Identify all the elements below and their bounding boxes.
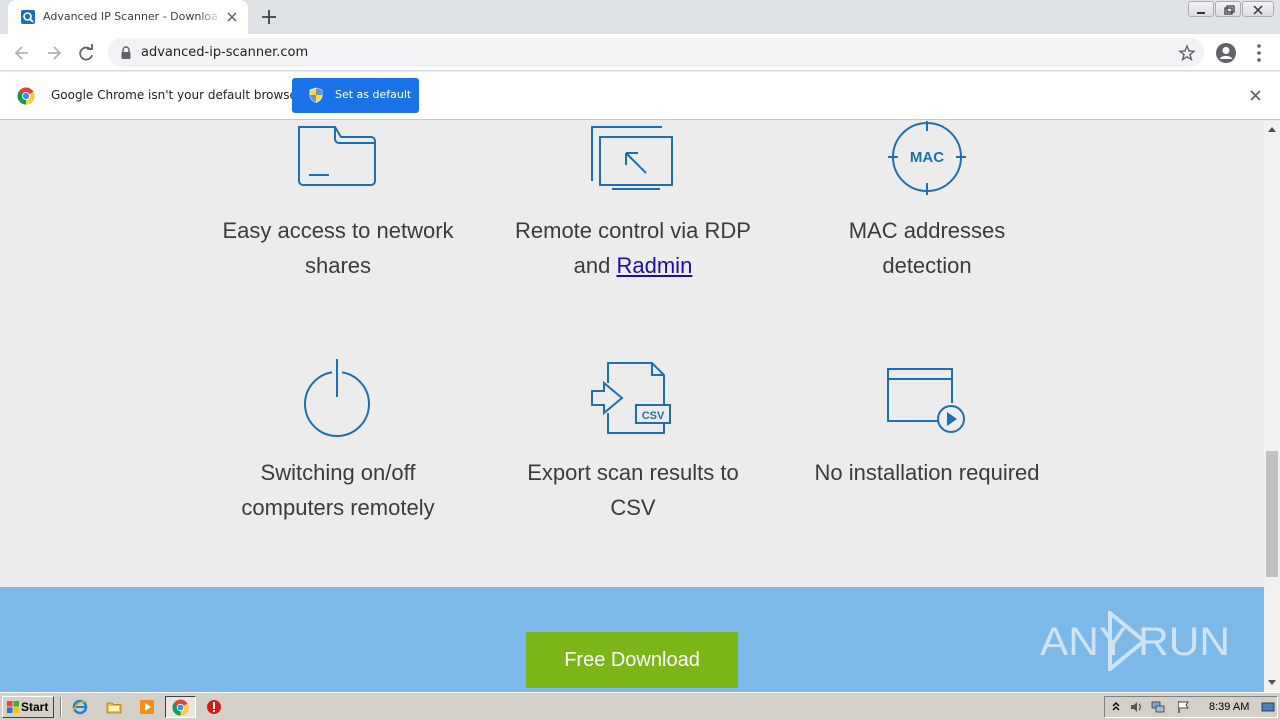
start-button[interactable]: Start xyxy=(2,696,54,718)
window-play-icon xyxy=(887,368,965,433)
mac-target-icon: MAC xyxy=(888,121,966,195)
infobar-close-icon[interactable] xyxy=(1249,89,1262,102)
feature-mac-detection-line1: MAC addresses xyxy=(848,218,1006,243)
feature-remote-control-line1: Remote control via RDP xyxy=(515,218,751,243)
feature-export-csv: Export scan results to CSV xyxy=(493,455,773,525)
action-center-flag-icon[interactable] xyxy=(1177,700,1191,714)
lock-icon xyxy=(121,46,131,59)
infobar-message: Google Chrome isn't your default browser xyxy=(51,88,302,102)
chrome-taskbar-icon xyxy=(172,699,189,716)
reload-icon[interactable] xyxy=(76,43,96,63)
default-browser-infobar: Google Chrome isn't your default browser… xyxy=(0,72,1280,120)
feature-export-csv-line1: Export scan results to xyxy=(527,460,739,485)
internet-explorer-icon[interactable] xyxy=(72,699,88,715)
feature-network-shares-line1: Easy access to network xyxy=(222,218,454,243)
tab-title-fade xyxy=(198,8,222,26)
page-scrollbar[interactable] xyxy=(1264,121,1280,692)
taskbar-clock: 8:39 AM xyxy=(1209,701,1250,713)
restore-icon xyxy=(1224,5,1235,15)
windows-flag-icon xyxy=(7,701,19,713)
tab-title: Advanced IP Scanner - Download Free xyxy=(43,10,218,23)
feature-network-shares: Easy access to network shares xyxy=(198,213,478,283)
folder-icon xyxy=(298,126,376,186)
browser-toolbar: advanced-ip-scanner.com xyxy=(0,34,1280,71)
restore-button[interactable] xyxy=(1215,1,1241,17)
feature-mac-detection: MAC addresses detection xyxy=(787,213,1067,283)
new-tab-plus-icon[interactable] xyxy=(260,8,278,26)
minimize-button[interactable] xyxy=(1188,1,1214,17)
taskbar-chrome-task[interactable] xyxy=(165,696,196,718)
feature-remote-control-prefix: and xyxy=(573,253,617,278)
scroll-down-arrow-icon[interactable] xyxy=(1267,679,1277,687)
forward-arrow-icon[interactable] xyxy=(44,43,64,63)
show-desktop-icon[interactable] xyxy=(1261,700,1275,714)
export-csv-icon: CSV xyxy=(591,362,671,434)
radmin-link[interactable]: Radmin xyxy=(617,253,693,278)
taskbar-separator xyxy=(60,697,62,717)
power-icon xyxy=(304,357,370,437)
browser-tab[interactable]: Advanced IP Scanner - Download Free xyxy=(8,0,248,34)
feature-no-installation-line1: No installation required xyxy=(814,460,1040,485)
csv-icon-text: CSV xyxy=(642,410,665,422)
watermark-text: ANY RUN xyxy=(1040,620,1230,664)
windows-taskbar: Start 8:39 AM xyxy=(0,692,1280,720)
start-label: Start xyxy=(21,700,49,714)
close-window-button[interactable] xyxy=(1242,1,1274,17)
feature-network-shares-line2: shares xyxy=(304,253,372,278)
network-icon[interactable] xyxy=(1151,700,1165,714)
feature-export-csv-line2: CSV xyxy=(610,495,656,520)
mac-icon-text: MAC xyxy=(910,149,944,166)
close-window-icon xyxy=(1253,5,1263,15)
feature-remote-control: Remote control via RDP and Radmin xyxy=(493,213,773,283)
scroll-up-arrow-icon[interactable] xyxy=(1267,125,1277,133)
volume-icon[interactable] xyxy=(1129,700,1143,714)
feature-mac-detection-line2: detection xyxy=(882,253,972,278)
anyrun-watermark: ANY RUN xyxy=(1040,611,1230,671)
file-explorer-icon[interactable] xyxy=(106,699,122,715)
set-as-default-label: Set as default xyxy=(335,88,412,101)
remote-screen-icon xyxy=(591,126,673,190)
profile-avatar-icon[interactable] xyxy=(1215,42,1237,64)
minimize-icon xyxy=(1197,12,1205,14)
media-player-icon[interactable] xyxy=(139,699,155,715)
tab-close-icon[interactable] xyxy=(224,9,240,25)
feature-no-installation: No installation required xyxy=(787,455,1067,490)
tab-strip: Advanced IP Scanner - Download Free xyxy=(0,0,1280,34)
stop-sign-icon[interactable] xyxy=(206,699,222,715)
chrome-logo-icon xyxy=(17,87,35,105)
browser-menu-icon[interactable] xyxy=(1248,42,1270,64)
web-page: Easy access to network shares Remote con… xyxy=(0,121,1264,692)
uac-shield-icon xyxy=(309,87,323,103)
back-arrow-icon[interactable] xyxy=(12,43,32,63)
system-tray: 8:39 AM xyxy=(1104,696,1278,718)
show-hidden-icons-icon[interactable] xyxy=(1109,700,1123,714)
feature-power-remote-line2: computers remotely xyxy=(241,495,435,520)
feature-remote-control-line2: and Radmin xyxy=(493,248,773,283)
feature-power-remote: Switching on/off computers remotely xyxy=(198,455,478,525)
bookmark-star-icon[interactable] xyxy=(1178,44,1196,62)
scrollbar-thumb[interactable] xyxy=(1266,451,1278,577)
free-download-button[interactable]: Free Download xyxy=(526,632,738,688)
set-as-default-button[interactable]: Set as default xyxy=(292,78,419,113)
feature-power-remote-line1: Switching on/off xyxy=(260,460,416,485)
url-text: advanced-ip-scanner.com xyxy=(141,45,309,60)
address-bar[interactable]: advanced-ip-scanner.com xyxy=(108,38,1204,67)
scanner-favicon-icon xyxy=(21,10,35,24)
